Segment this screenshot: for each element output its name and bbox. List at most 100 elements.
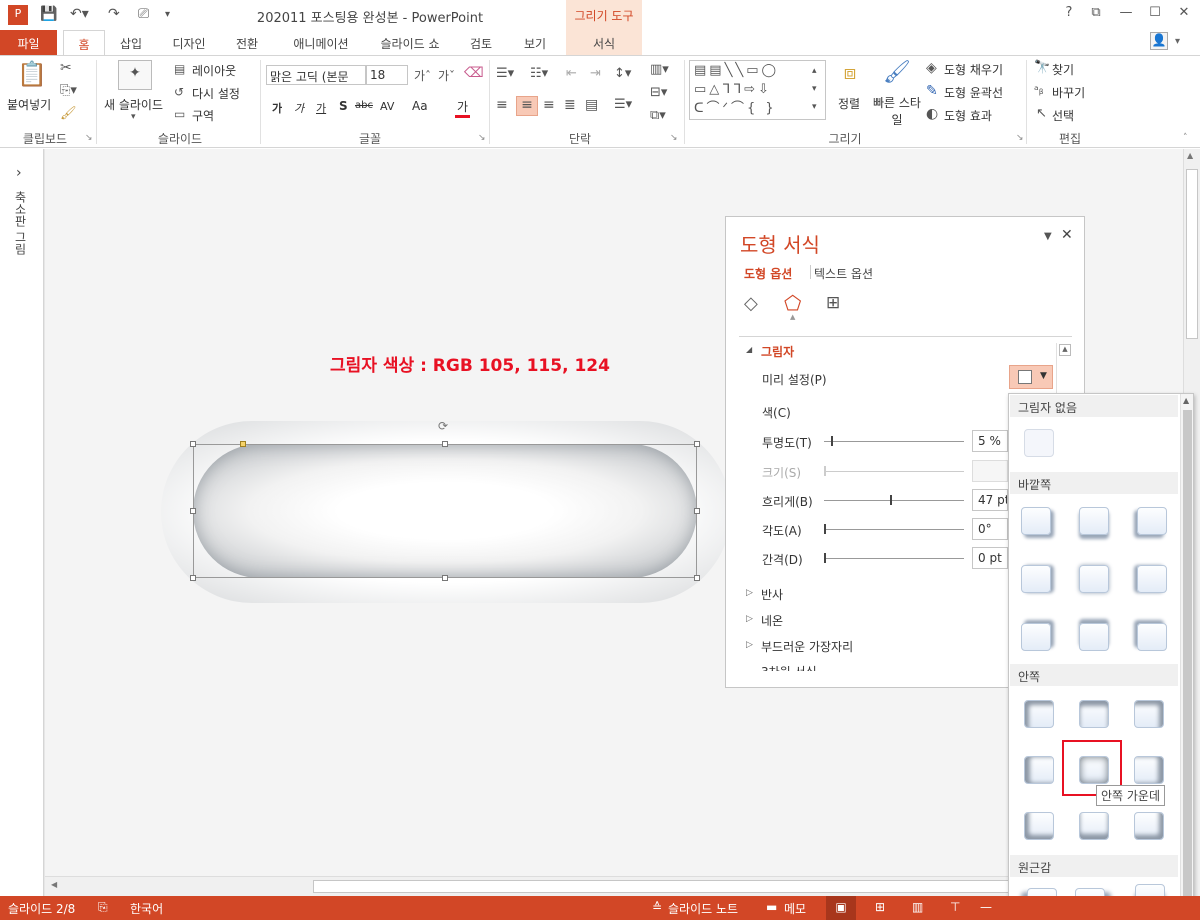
quick-styles-button[interactable]: 빠른 스타일 [871,95,923,129]
comments-button[interactable]: 메모 [784,900,806,917]
blur-slider-thumb[interactable] [890,495,892,505]
decrease-indent-icon[interactable]: ⇤ [566,66,577,81]
transparency-input[interactable]: 5 % [972,430,1008,452]
gallery-scrollbar[interactable]: ▲ [1180,394,1193,919]
arrange-icon[interactable]: ⧈ [836,60,864,88]
resize-handle[interactable] [442,575,448,581]
horizontal-scroll-thumb[interactable] [313,880,1033,893]
preset-outer[interactable] [1079,507,1109,535]
tab-slideshow[interactable]: 슬라이드 쇼 [374,30,446,55]
shapes-gallery-more-icon[interactable]: ▴ ▾ ▾ [812,62,817,116]
preset-inner[interactable] [1079,812,1109,840]
preset-no-shadow[interactable] [1024,429,1054,457]
tab-review[interactable]: 검토 [463,30,499,55]
find-button[interactable]: 찾기 [1052,61,1074,78]
angle-input[interactable]: 0° [972,518,1008,540]
tab-shape-options[interactable]: 도형 옵션 [744,265,792,282]
clear-formatting-icon[interactable]: ⌫ [464,65,484,81]
preset-dropdown-button[interactable]: ▼ [1009,365,1053,389]
align-right-icon[interactable]: ≡ [543,97,555,113]
grow-font-icon[interactable]: 가ˆ [414,67,431,84]
resize-handle[interactable] [442,441,448,447]
font-dialog-launcher-icon[interactable]: ↘ [478,133,486,143]
reset-button[interactable]: 다시 설정 [192,85,240,102]
preset-outer[interactable] [1079,565,1109,593]
select-button[interactable]: 선택 [1052,107,1074,124]
language-indicator[interactable]: 한국어 [130,900,163,917]
shrink-font-icon[interactable]: 가ˇ [438,67,455,84]
glow-expand-icon[interactable]: ▷ [746,614,753,624]
slide-counter[interactable]: 슬라이드 2/8 [8,900,75,917]
drawing-dialog-launcher-icon[interactable]: ↘ [1016,133,1024,143]
preset-inner[interactable] [1134,700,1164,728]
character-spacing-button[interactable]: AV [380,100,394,113]
section-shadow[interactable]: 그림자 [761,343,794,360]
expand-thumbnails-icon[interactable]: › [16,165,22,181]
tab-insert[interactable]: 삽입 [113,30,149,55]
bold-button[interactable]: 가 [272,100,282,116]
vertical-scroll-thumb[interactable] [1186,169,1198,339]
normal-view-icon[interactable]: ▣ [826,896,856,920]
rotate-handle-icon[interactable]: ⟳ [438,419,448,433]
italic-button[interactable]: 가 [294,100,304,116]
format-painter-icon[interactable]: 🖌 [60,106,77,121]
preset-outer[interactable] [1021,623,1051,651]
slide-sorter-icon[interactable]: ⊞ [875,900,885,914]
preset-inner[interactable] [1024,700,1054,728]
distance-input[interactable]: 0 pt [972,547,1008,569]
resize-handle[interactable] [190,508,196,514]
smartart-icon[interactable]: ⧉▾ [650,108,666,123]
zoom-out-icon[interactable]: — [980,900,992,914]
numbering-icon[interactable]: ☷▾ [530,66,548,81]
bullets-icon[interactable]: ☰▾ [496,66,514,81]
collapse-ribbon-icon[interactable]: ˄ [1183,133,1188,143]
angle-slider-thumb[interactable] [824,524,826,534]
maximize-button[interactable]: ☐ [1143,5,1167,20]
tab-text-options[interactable]: 텍스트 옵션 [814,265,873,282]
resize-handle[interactable] [190,441,196,447]
tab-file[interactable]: 파일 [0,30,57,55]
quick-styles-icon[interactable]: 🖌 [881,60,913,92]
section-reflection[interactable]: 반사 [761,586,783,603]
align-columns-icon[interactable]: ☰▾ [614,97,632,112]
ribbon-display-options-button[interactable]: ⧉ [1084,5,1108,20]
columns-icon[interactable]: ▥▾ [650,62,669,77]
distance-slider-thumb[interactable] [824,553,826,563]
adjustment-handle[interactable] [240,441,246,447]
paragraph-dialog-launcher-icon[interactable]: ↘ [670,133,678,143]
account-dropdown-icon[interactable]: ▾ [1175,36,1180,47]
paste-icon[interactable]: 📋 [16,60,48,92]
preset-inner[interactable] [1024,756,1054,784]
distance-slider-track[interactable] [824,558,964,559]
preset-inner[interactable] [1134,812,1164,840]
resize-handle[interactable] [694,441,700,447]
font-color-button[interactable]: 가 [455,98,471,118]
tab-view[interactable]: 보기 [517,30,553,55]
preset-outer[interactable] [1021,565,1051,593]
strikethrough-button[interactable]: abc [355,100,373,111]
shape-effects-button[interactable]: 도형 효과 [944,107,992,124]
new-slide-dropdown-icon[interactable]: ▾ [131,112,136,122]
preset-outer[interactable] [1137,507,1167,535]
reading-view-icon[interactable]: ▥ [912,900,923,914]
cut-icon[interactable]: ✂ [60,60,72,76]
change-case-button[interactable]: Aa [412,99,428,113]
tab-home[interactable]: 홈 [63,30,105,56]
preset-inner[interactable] [1079,700,1109,728]
dialog-launcher-icon[interactable]: ↘ [85,133,93,143]
reflection-expand-icon[interactable]: ▷ [746,588,753,598]
fill-line-icon[interactable]: ◇ [744,293,758,314]
notes-button[interactable]: 슬라이드 노트 [668,900,738,917]
distributed-icon[interactable]: ▤ [585,97,598,113]
arrange-button[interactable]: 정렬 [838,95,860,112]
angle-slider-track[interactable] [824,529,964,530]
section-glow[interactable]: 네온 [761,612,783,629]
tab-design[interactable]: 디자인 [166,30,212,55]
shapes-gallery[interactable]: ▤▤╲╲▭◯ ▭△ᒣᒣ⇨⇩ ᑕ⌒ᐟ⌒{ } [689,60,826,120]
effects-icon[interactable]: ⬠ [784,291,801,315]
align-left-icon[interactable]: ≡ [496,97,508,113]
font-name-combo[interactable]: 맑은 고딕 (본문 [266,65,366,85]
justify-icon[interactable]: ≣ [564,97,576,113]
tab-transitions[interactable]: 전환 [229,30,265,55]
align-text-icon[interactable]: ⊟▾ [650,85,667,100]
